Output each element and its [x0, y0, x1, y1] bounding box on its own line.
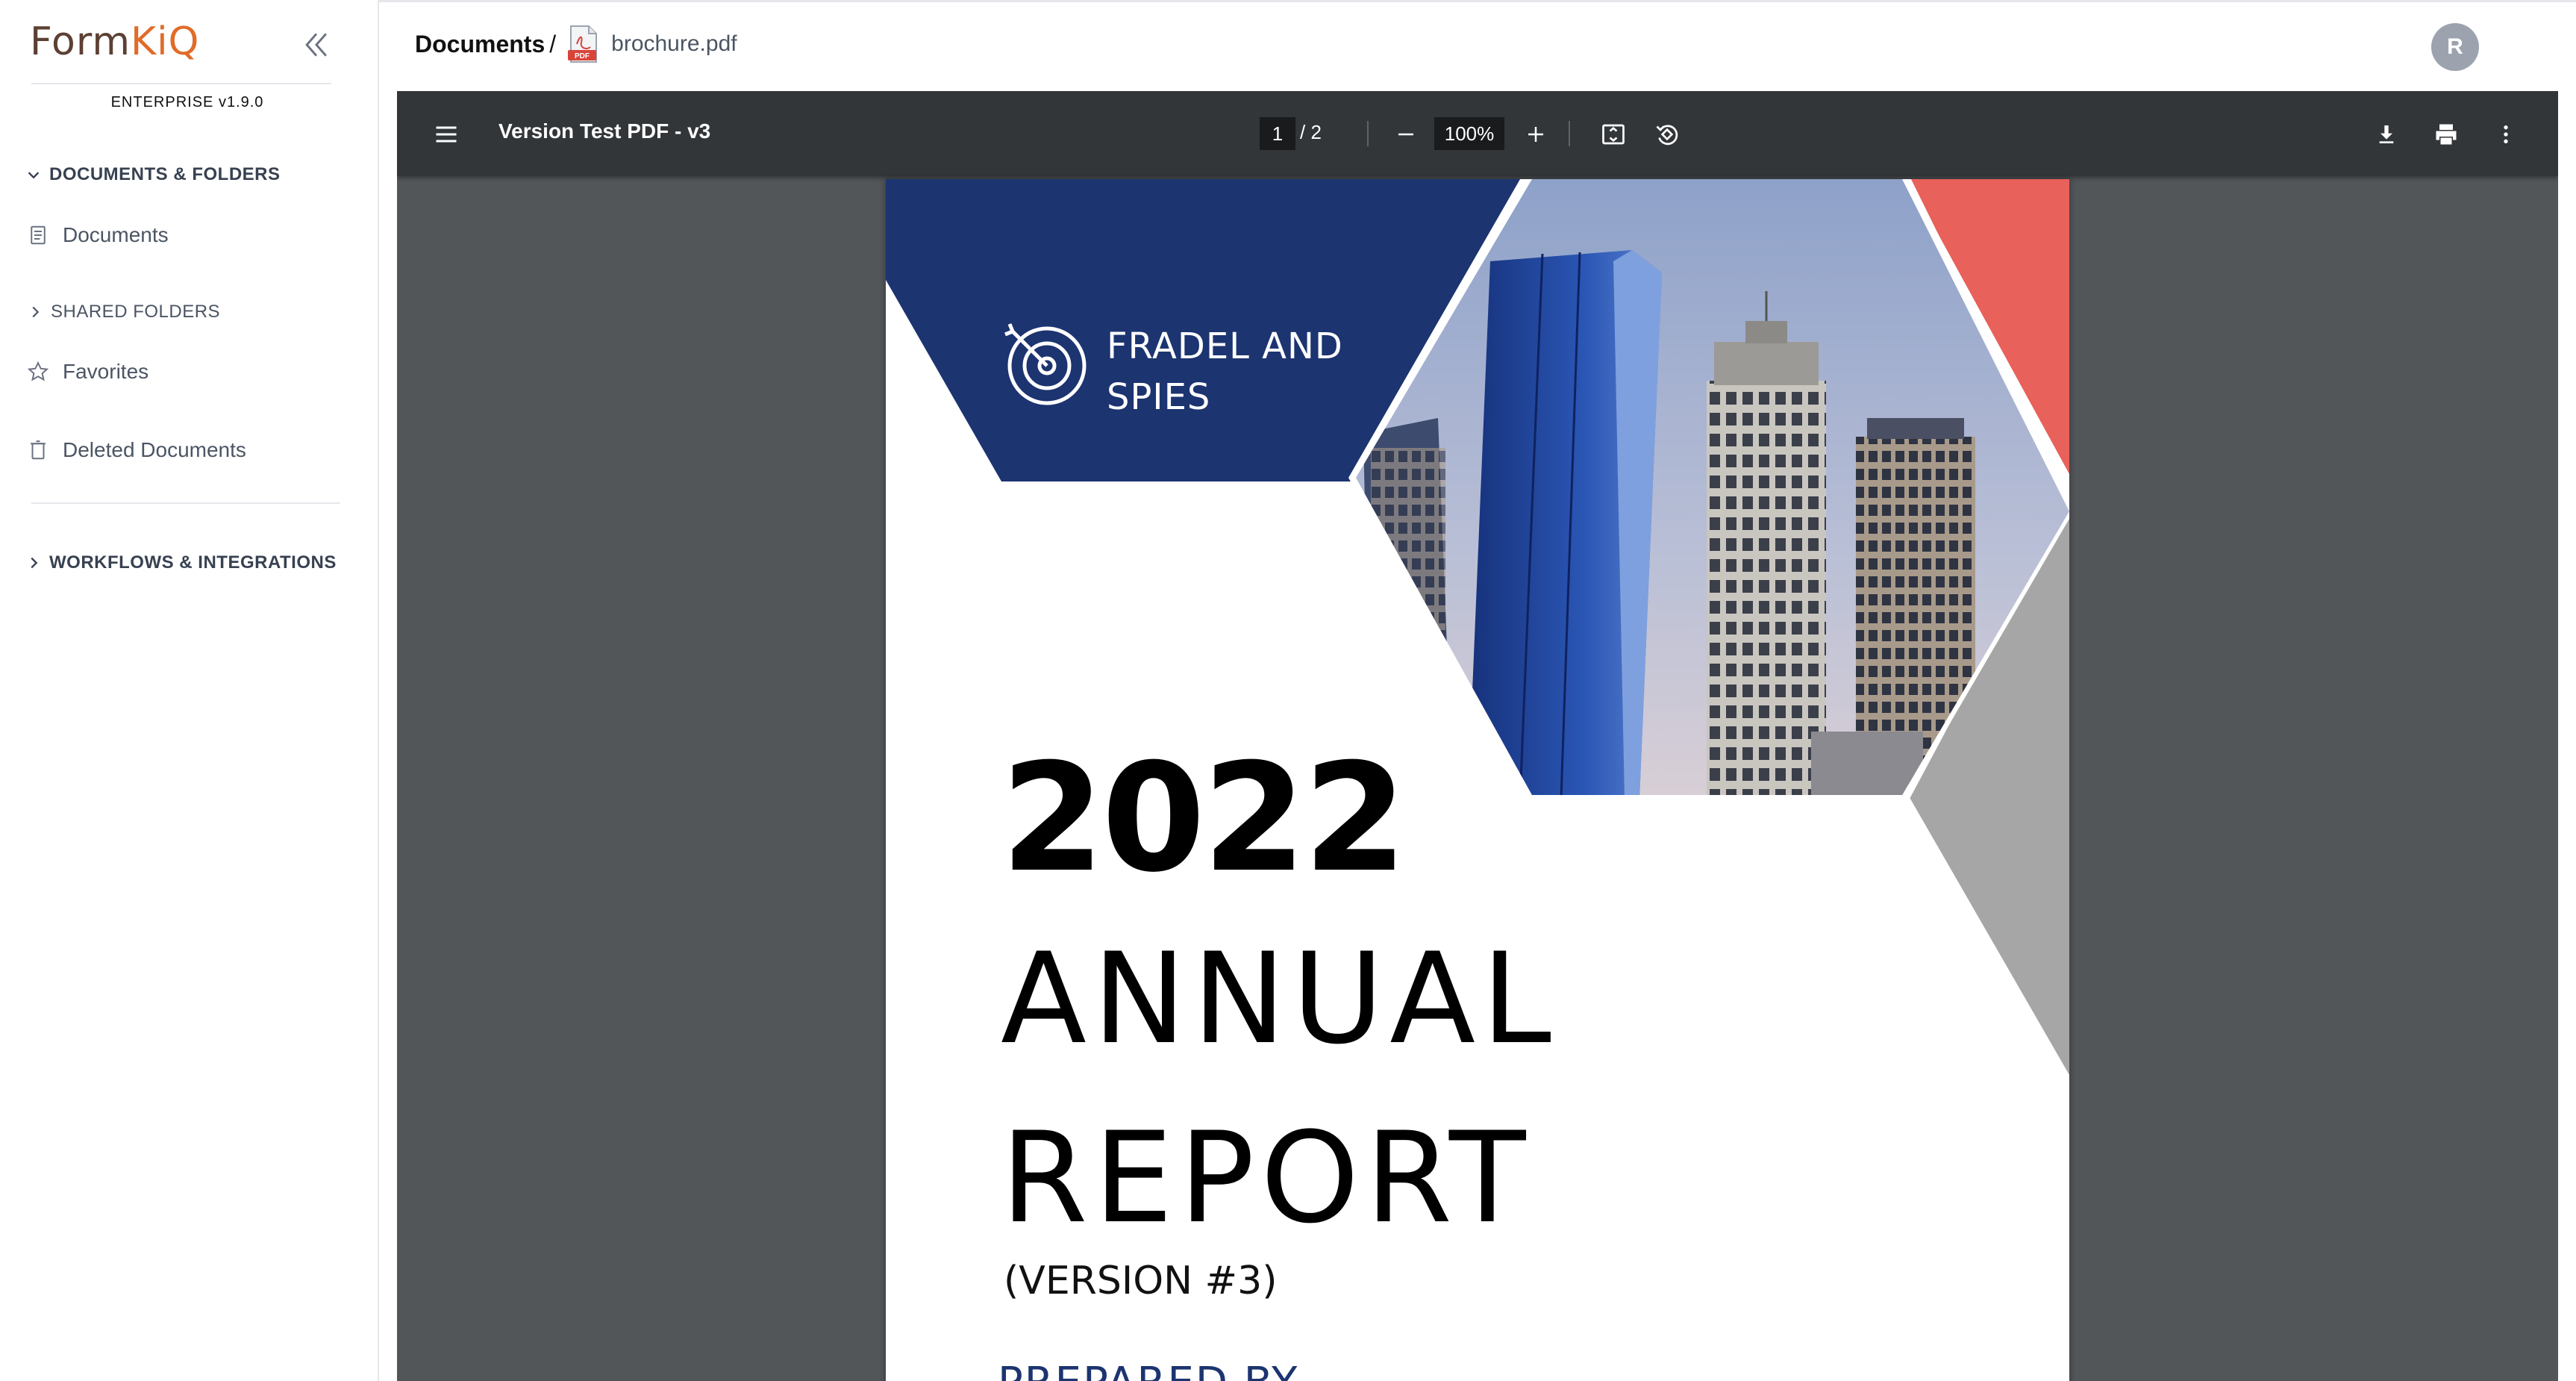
company-name-line2: SPIES [1107, 376, 1211, 418]
breadcrumb-separator: / [549, 30, 557, 57]
more-vertical-icon [2504, 125, 2508, 143]
chevron-down-icon [28, 172, 40, 179]
logo-text-form: Form [30, 19, 131, 64]
page-total: / 2 [1300, 121, 1322, 143]
report-word-annual: ANNUAL [1001, 926, 1557, 1072]
company-name: FRADEL AND SPIES [1107, 321, 1343, 423]
chevron-right-icon [32, 306, 40, 318]
double-chevron-left-icon [305, 33, 327, 57]
rotate-icon [1656, 125, 1678, 146]
menu-icon [436, 126, 457, 143]
user-avatar[interactable]: R [2431, 23, 2479, 71]
zoom-in-icon [1528, 127, 1543, 142]
pdf-file-icon: PDF [568, 25, 598, 63]
breadcrumb-documents-link[interactable]: Documents [415, 31, 545, 58]
zoom-in-button[interactable] [1518, 116, 1554, 152]
svg-text:PDF: PDF [575, 52, 590, 60]
sidebar-item-label: Documents [63, 223, 169, 246]
print-icon [2436, 124, 2457, 145]
sidebar-item-favorites[interactable]: Favorites [27, 360, 149, 384]
breadcrumb: Documents / PDF brochure.pdf [415, 25, 737, 63]
download-button[interactable] [2369, 116, 2404, 152]
sidebar-item-label: Deleted Documents [63, 438, 246, 461]
chevron-right-icon [31, 557, 38, 569]
zoom-level-input[interactable]: 100% [1434, 117, 1504, 150]
more-options-button[interactable] [2488, 116, 2524, 152]
formkiq-logo[interactable]: FormKiQ [30, 19, 199, 64]
page-number-input[interactable]: 1 [1260, 117, 1295, 150]
edition-label: ENTERPRISE v1.9.0 [110, 94, 264, 110]
company-name-line1: FRADEL AND [1107, 325, 1343, 367]
print-button[interactable] [2428, 116, 2464, 152]
report-year: 2022 [1001, 732, 1407, 905]
section-documents-folders[interactable]: DOCUMENTS & FOLDERS [25, 164, 281, 185]
sidebar-divider [31, 502, 340, 504]
report-version: (VERSION #3) [1004, 1259, 1278, 1303]
toolbar-divider [1569, 121, 1570, 146]
sidebar-divider [31, 83, 331, 84]
sidebar: FormKiQ ENTERPRISE v1.9.0 DOCUMENTS & FO… [0, 0, 379, 1381]
fit-page-button[interactable] [1595, 116, 1631, 152]
download-icon [2379, 125, 2394, 143]
section-label: WORKFLOWS & INTEGRATIONS [49, 552, 337, 573]
collapse-sidebar-button[interactable] [297, 25, 336, 64]
star-icon [27, 361, 49, 381]
pdf-toolbar: Version Test PDF - v3 1 / 2 100% [397, 91, 2558, 176]
sidebar-item-label: Favorites [63, 360, 149, 383]
rotate-button[interactable] [1649, 116, 1685, 152]
report-word-report: REPORT [1001, 1105, 1532, 1251]
logo-text-kiq: KiQ [131, 19, 200, 64]
section-label: SHARED FOLDERS [51, 302, 221, 322]
section-shared-folders[interactable]: SHARED FOLDERS [27, 302, 220, 322]
document-icon [31, 225, 46, 245]
section-label: DOCUMENTS & FOLDERS [49, 164, 281, 184]
pdf-viewer: Version Test PDF - v3 1 / 2 100% FRADEL … [397, 91, 2558, 1381]
toolbar-divider [1367, 121, 1369, 146]
pdf-page: FRADEL AND SPIES 2022 ANNUAL REPORT (VER… [886, 179, 2069, 1381]
prepared-by-label: PREPARED BY [998, 1359, 1298, 1381]
sidebar-item-deleted-documents[interactable]: Deleted Documents [27, 437, 246, 463]
trash-icon [31, 440, 46, 460]
sidebar-menu-button[interactable] [428, 116, 464, 152]
section-workflows-integrations[interactable]: WORKFLOWS & INTEGRATIONS [25, 552, 337, 573]
breadcrumb-file-name: brochure.pdf [611, 31, 737, 56]
zoom-out-icon [1398, 133, 1413, 136]
top-header: Documents / PDF brochure.pdf R [379, 0, 2576, 89]
zoom-out-button[interactable] [1388, 116, 1424, 152]
fit-page-icon [1602, 124, 1625, 145]
pdf-title: Version Test PDF - v3 [498, 119, 711, 143]
sidebar-item-documents[interactable]: Documents [27, 222, 169, 248]
